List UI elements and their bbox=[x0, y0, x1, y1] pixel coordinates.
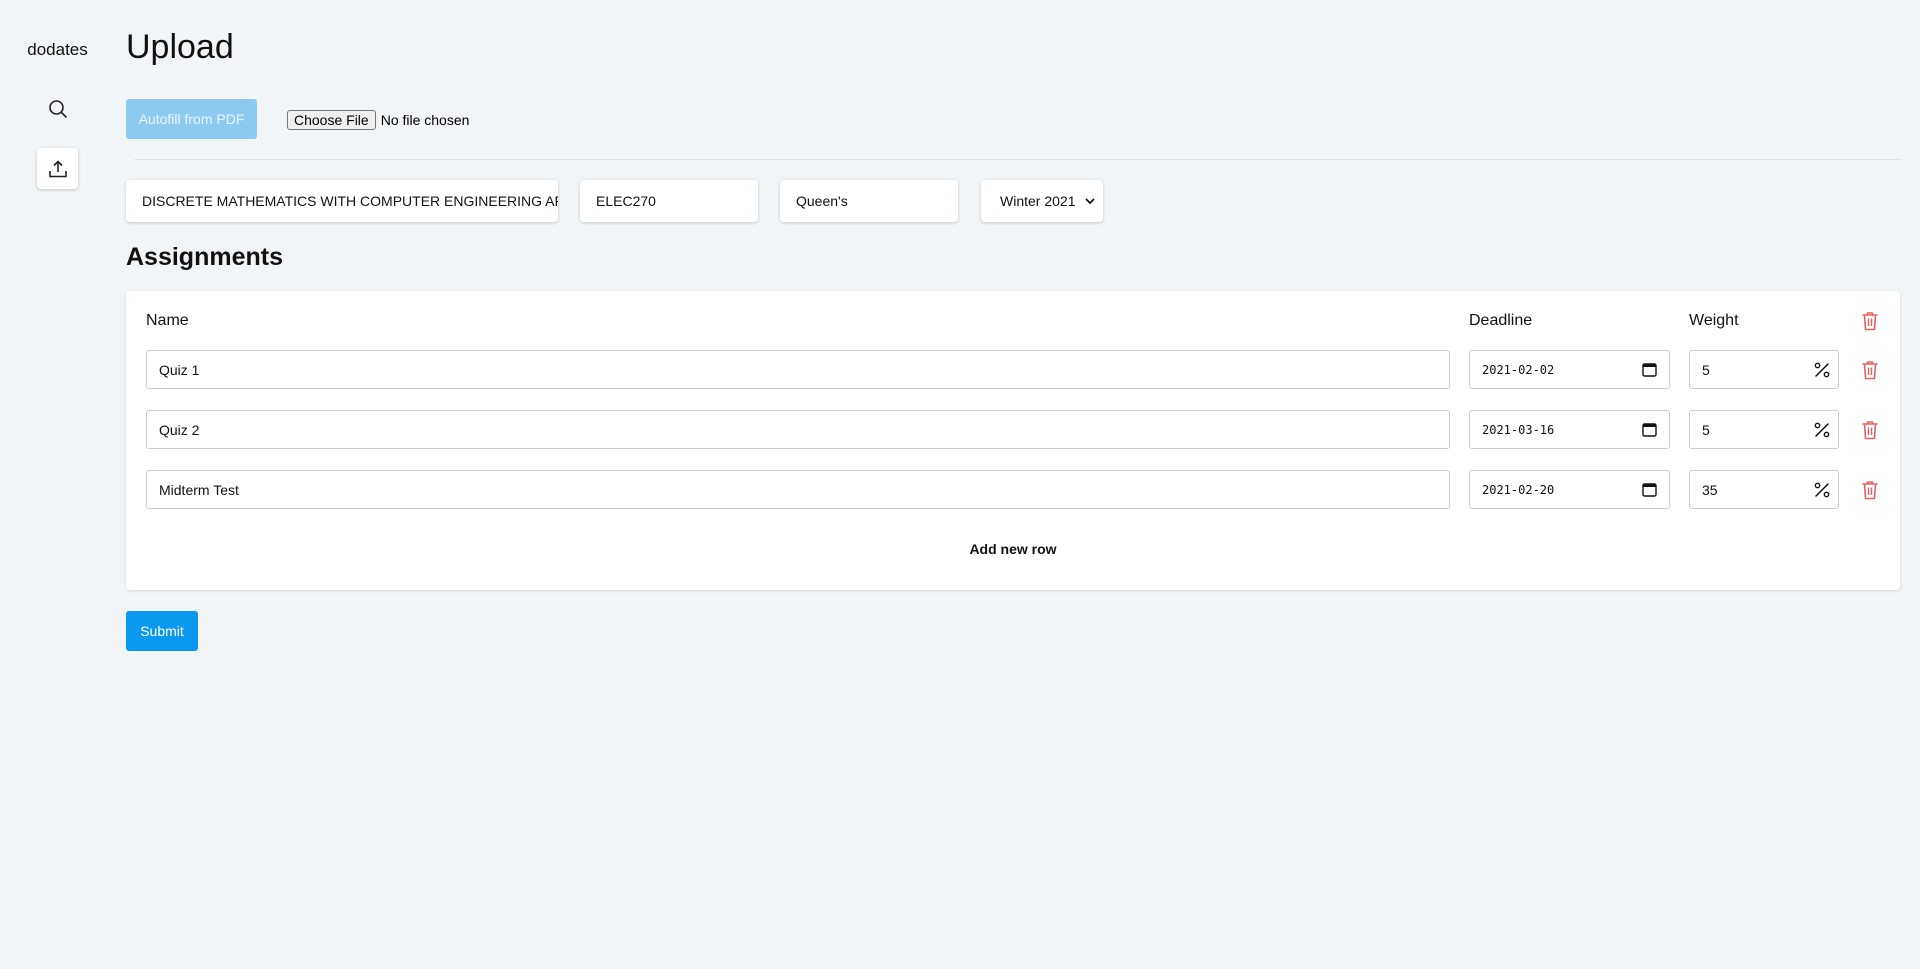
percent-icon bbox=[1814, 362, 1830, 377]
assignment-name-input[interactable]: Quiz 2 bbox=[146, 410, 1450, 449]
course-name-field[interactable]: DISCRETE MATHEMATICS WITH COMPUTER ENGIN… bbox=[126, 180, 558, 222]
deadline-date-input[interactable]: 2021-02-02 bbox=[1469, 350, 1670, 389]
weight-input[interactable]: 5 bbox=[1689, 350, 1839, 389]
assignment-name-value: Quiz 1 bbox=[159, 361, 200, 378]
upload-icon bbox=[48, 160, 67, 177]
trash-icon bbox=[1862, 312, 1878, 331]
delete-row-button[interactable] bbox=[1859, 358, 1881, 382]
chevron-down-icon bbox=[1085, 198, 1095, 205]
trash-icon bbox=[1862, 421, 1878, 440]
assignment-name-input[interactable]: Quiz 1 bbox=[146, 350, 1450, 389]
sidebar-item-search[interactable] bbox=[37, 88, 78, 129]
file-input[interactable]: Choose File No file chosen bbox=[287, 109, 469, 130]
divider bbox=[134, 159, 1902, 160]
weight-input[interactable]: 35 bbox=[1689, 470, 1839, 509]
calendar-icon[interactable] bbox=[1642, 362, 1657, 377]
search-icon bbox=[48, 99, 67, 118]
calendar-icon[interactable] bbox=[1642, 482, 1657, 497]
term-value: Winter 2021 bbox=[1000, 193, 1076, 209]
weight-value: 5 bbox=[1702, 361, 1710, 378]
course-name-value: DISCRETE MATHEMATICS WITH COMPUTER ENGIN… bbox=[142, 193, 558, 209]
percent-icon bbox=[1814, 482, 1830, 497]
weight-input[interactable]: 5 bbox=[1689, 410, 1839, 449]
file-status-text: No file chosen bbox=[380, 111, 470, 128]
trash-icon bbox=[1862, 361, 1878, 380]
deadline-value: 2021-03-16 bbox=[1482, 422, 1555, 437]
deadline-date-input[interactable]: 2021-03-16 bbox=[1469, 410, 1670, 449]
term-select[interactable]: Winter 2021 bbox=[981, 180, 1103, 222]
add-new-row-button[interactable]: Add new row bbox=[126, 541, 1900, 557]
sidebar-item-upload[interactable] bbox=[37, 148, 78, 189]
assignment-name-input[interactable]: Midterm Test bbox=[146, 470, 1450, 509]
weight-value: 35 bbox=[1702, 481, 1718, 498]
column-header-deadline: Deadline bbox=[1469, 312, 1533, 329]
percent-icon bbox=[1814, 422, 1830, 437]
submit-button[interactable]: Submit bbox=[126, 611, 198, 651]
delete-row-button[interactable] bbox=[1859, 418, 1881, 442]
column-header-weight: Weight bbox=[1689, 312, 1739, 329]
brand-logo[interactable]: dodates bbox=[0, 40, 115, 60]
assignments-heading: Assignments bbox=[126, 243, 283, 271]
calendar-icon[interactable] bbox=[1642, 422, 1657, 437]
trash-icon bbox=[1862, 481, 1878, 500]
autofill-from-pdf-button[interactable]: Autofill from PDF bbox=[126, 99, 257, 139]
sidebar: dodates bbox=[0, 0, 115, 969]
course-code-field[interactable]: ELEC270 bbox=[580, 180, 758, 222]
assignment-name-value: Midterm Test bbox=[159, 481, 239, 498]
delete-all-button[interactable] bbox=[1859, 309, 1881, 333]
column-header-name: Name bbox=[146, 312, 189, 329]
weight-value: 5 bbox=[1702, 421, 1710, 438]
course-code-value: ELEC270 bbox=[596, 193, 656, 209]
deadline-date-input[interactable]: 2021-02-20 bbox=[1469, 470, 1670, 509]
delete-row-button[interactable] bbox=[1859, 478, 1881, 502]
school-field[interactable]: Queen's bbox=[780, 180, 958, 222]
page-title: Upload bbox=[126, 28, 234, 66]
deadline-value: 2021-02-02 bbox=[1482, 362, 1555, 377]
school-value: Queen's bbox=[796, 193, 848, 209]
deadline-value: 2021-02-20 bbox=[1482, 482, 1555, 497]
assignment-name-value: Quiz 2 bbox=[159, 421, 200, 438]
choose-file-button[interactable]: Choose File bbox=[287, 109, 376, 130]
